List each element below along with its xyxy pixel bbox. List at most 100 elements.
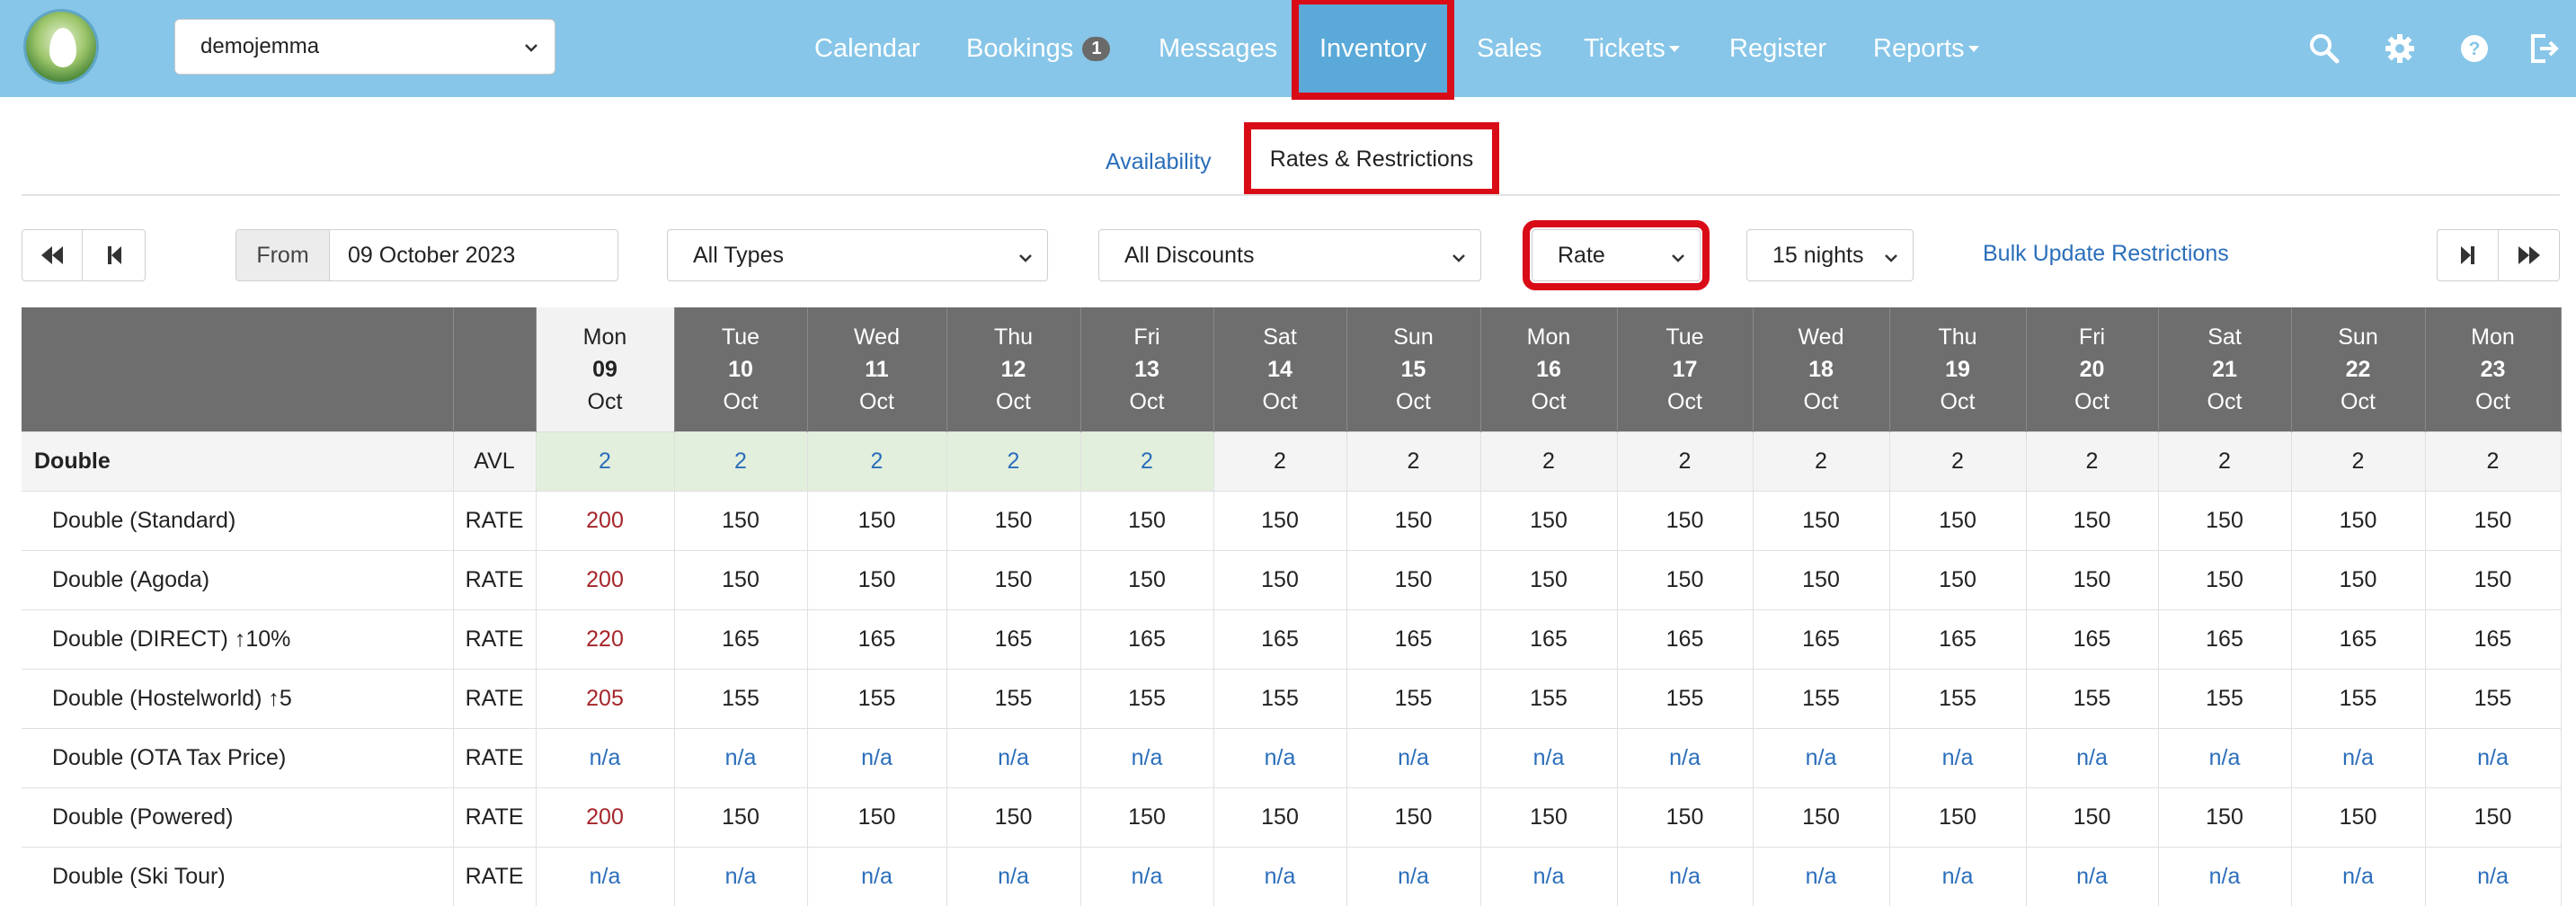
room-type-select[interactable]: All Types bbox=[667, 229, 1048, 281]
rate-cell[interactable]: 155 bbox=[807, 668, 947, 728]
nav-bookings[interactable]: Bookings 1 bbox=[966, 0, 1111, 97]
rate-cell[interactable]: n/a bbox=[1080, 727, 1214, 787]
rate-cell[interactable]: n/a bbox=[2158, 846, 2292, 906]
rate-cell[interactable]: 150 bbox=[2026, 549, 2159, 609]
rate-cell[interactable]: n/a bbox=[2291, 846, 2426, 906]
nav-reports[interactable]: Reports bbox=[1873, 0, 1979, 97]
rate-cell[interactable]: n/a bbox=[2026, 846, 2159, 906]
rate-cell[interactable]: 165 bbox=[2026, 608, 2159, 669]
rate-cell[interactable]: 150 bbox=[1617, 786, 1754, 847]
availability-cell[interactable]: 2 bbox=[1480, 431, 1618, 491]
rate-cell[interactable]: n/a bbox=[2026, 727, 2159, 787]
rate-cell[interactable]: 150 bbox=[2158, 786, 2292, 847]
rate-cell[interactable]: 150 bbox=[2026, 490, 2159, 550]
rate-cell[interactable]: 165 bbox=[1753, 608, 1890, 669]
availability-cell[interactable]: 2 bbox=[1617, 431, 1754, 491]
rate-cell[interactable]: 150 bbox=[1753, 549, 1890, 609]
availability-cell[interactable]: 2 bbox=[2026, 431, 2159, 491]
rate-cell[interactable]: n/a bbox=[1480, 727, 1618, 787]
rate-cell[interactable]: 165 bbox=[946, 608, 1081, 669]
rate-cell[interactable]: 150 bbox=[2425, 490, 2562, 550]
rate-cell[interactable]: 150 bbox=[1080, 549, 1214, 609]
rate-cell[interactable]: 150 bbox=[807, 786, 947, 847]
rate-cell[interactable]: 205 bbox=[536, 668, 675, 728]
rate-cell[interactable]: 165 bbox=[2425, 608, 2562, 669]
brand-logo[interactable] bbox=[23, 9, 99, 84]
nav-tickets[interactable]: Tickets bbox=[1584, 0, 1680, 97]
rate-cell[interactable]: n/a bbox=[2291, 727, 2426, 787]
rate-cell[interactable]: 155 bbox=[2026, 668, 2159, 728]
rate-cell[interactable]: 150 bbox=[1213, 786, 1347, 847]
rate-cell[interactable]: n/a bbox=[1080, 846, 1214, 906]
rate-cell[interactable]: 150 bbox=[1346, 490, 1481, 550]
rate-cell[interactable]: 150 bbox=[1346, 786, 1481, 847]
discount-select[interactable]: All Discounts bbox=[1098, 229, 1481, 281]
rate-cell[interactable]: 150 bbox=[2026, 786, 2159, 847]
rate-cell[interactable]: 200 bbox=[536, 490, 675, 550]
rate-cell[interactable]: 150 bbox=[1480, 549, 1618, 609]
rate-cell[interactable]: n/a bbox=[536, 846, 675, 906]
rate-cell[interactable]: 155 bbox=[2291, 668, 2426, 728]
rate-cell[interactable]: 155 bbox=[1213, 668, 1347, 728]
rate-cell[interactable]: 150 bbox=[1617, 549, 1754, 609]
first-page-button[interactable] bbox=[22, 229, 83, 281]
search-icon[interactable] bbox=[2306, 31, 2342, 67]
rate-cell[interactable]: 150 bbox=[2425, 549, 2562, 609]
rate-cell[interactable]: 155 bbox=[1346, 668, 1481, 728]
rate-cell[interactable]: 150 bbox=[1213, 490, 1347, 550]
rate-cell[interactable]: 150 bbox=[674, 490, 808, 550]
rate-cell[interactable]: 220 bbox=[536, 608, 675, 669]
rate-cell[interactable]: 155 bbox=[1617, 668, 1754, 728]
rate-cell[interactable]: 150 bbox=[1080, 490, 1214, 550]
rate-cell[interactable]: 150 bbox=[1753, 786, 1890, 847]
nights-select[interactable]: 15 nights bbox=[1746, 229, 1914, 281]
availability-cell[interactable]: 2 bbox=[946, 431, 1081, 491]
rate-cell[interactable]: 155 bbox=[2158, 668, 2292, 728]
rate-cell[interactable]: n/a bbox=[674, 727, 808, 787]
next-page-button[interactable] bbox=[2437, 229, 2499, 281]
rate-cell[interactable]: 150 bbox=[2291, 490, 2426, 550]
rate-cell[interactable]: 150 bbox=[946, 786, 1081, 847]
logout-icon[interactable] bbox=[2526, 31, 2562, 67]
rate-cell[interactable]: 150 bbox=[2425, 786, 2562, 847]
rate-cell[interactable]: 150 bbox=[674, 786, 808, 847]
rate-cell[interactable]: 165 bbox=[1617, 608, 1754, 669]
rate-cell[interactable]: 155 bbox=[674, 668, 808, 728]
rate-cell[interactable]: 165 bbox=[2158, 608, 2292, 669]
gear-icon[interactable] bbox=[2382, 31, 2418, 67]
rate-cell[interactable]: 155 bbox=[1889, 668, 2027, 728]
rate-cell[interactable]: 150 bbox=[1480, 786, 1618, 847]
property-select[interactable]: demojemma bbox=[174, 19, 555, 75]
rate-cell[interactable]: 150 bbox=[807, 549, 947, 609]
rate-cell[interactable]: 150 bbox=[674, 549, 808, 609]
rate-cell[interactable]: n/a bbox=[1617, 846, 1754, 906]
availability-cell[interactable]: 2 bbox=[1889, 431, 2027, 491]
availability-cell[interactable]: 2 bbox=[1346, 431, 1481, 491]
rate-cell[interactable]: 165 bbox=[1346, 608, 1481, 669]
rate-cell[interactable]: n/a bbox=[2425, 727, 2562, 787]
availability-cell[interactable]: 2 bbox=[1080, 431, 1214, 491]
rate-cell[interactable]: n/a bbox=[807, 846, 947, 906]
rate-cell[interactable]: 150 bbox=[2291, 549, 2426, 609]
rate-cell[interactable]: 150 bbox=[2158, 549, 2292, 609]
view-mode-select[interactable]: Rate bbox=[1523, 220, 1710, 290]
rate-cell[interactable]: 155 bbox=[1080, 668, 1214, 728]
help-icon[interactable]: ? bbox=[2456, 31, 2492, 67]
availability-cell[interactable]: 2 bbox=[1753, 431, 1890, 491]
rate-cell[interactable]: 150 bbox=[1213, 549, 1347, 609]
rate-cell[interactable]: 155 bbox=[1480, 668, 1618, 728]
rate-cell[interactable]: n/a bbox=[1753, 846, 1890, 906]
rate-cell[interactable]: n/a bbox=[1213, 727, 1347, 787]
tab-availability[interactable]: Availability bbox=[1106, 149, 1212, 175]
rate-cell[interactable]: n/a bbox=[536, 727, 675, 787]
rate-cell[interactable]: 150 bbox=[1080, 786, 1214, 847]
availability-cell[interactable]: 2 bbox=[2291, 431, 2426, 491]
rate-cell[interactable]: 165 bbox=[1889, 608, 2027, 669]
rate-cell[interactable]: 155 bbox=[1753, 668, 1890, 728]
nav-inventory[interactable]: Inventory bbox=[1291, 0, 1455, 100]
rate-cell[interactable]: 150 bbox=[807, 490, 947, 550]
rate-cell[interactable]: 150 bbox=[1889, 549, 2027, 609]
rate-cell[interactable]: n/a bbox=[1346, 727, 1481, 787]
rate-cell[interactable]: 165 bbox=[807, 608, 947, 669]
bulk-update-restrictions-link[interactable]: Bulk Update Restrictions bbox=[1983, 241, 2229, 267]
